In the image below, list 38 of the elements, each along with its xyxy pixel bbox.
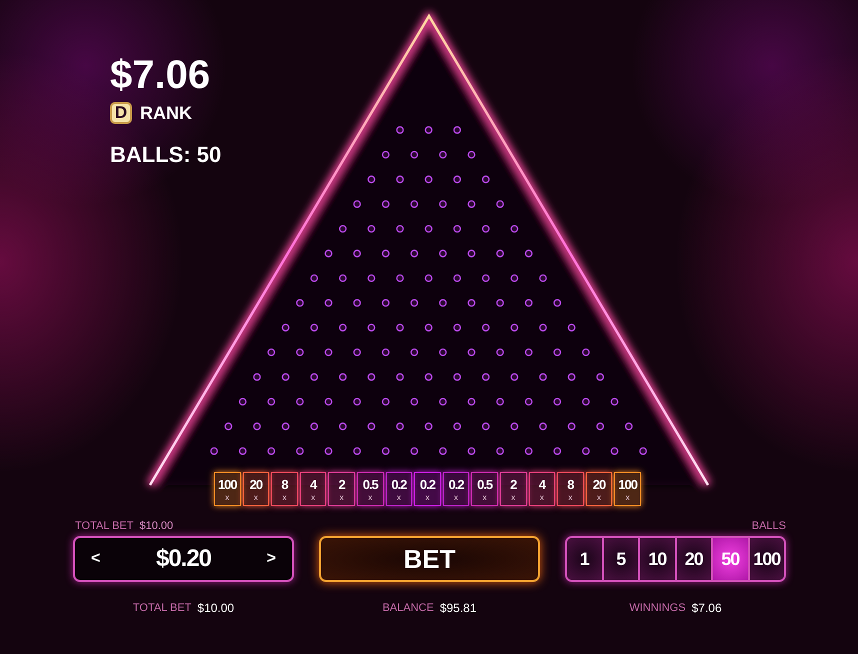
- multiplier-slot: 0.5 x: [356, 472, 384, 506]
- multiplier-slot: 0.2 x: [386, 472, 412, 506]
- footer-label: BALANCE: [382, 601, 434, 615]
- balls-label: BALLS: [752, 520, 786, 534]
- rank-badge: D: [110, 102, 132, 124]
- footer-value: $10.00: [197, 601, 234, 615]
- multiplier-slot: 4 x: [300, 472, 326, 506]
- balls-option[interactable]: 1: [567, 538, 602, 580]
- increase-button[interactable]: >: [262, 548, 280, 570]
- balls-option[interactable]: 5: [602, 538, 638, 580]
- multiplier-slot: 20 x: [242, 472, 270, 506]
- winnings-amount: $7.06: [110, 52, 210, 98]
- multiplier-slot: 20 x: [586, 472, 612, 506]
- multiplier-slot: 8 x: [557, 472, 584, 506]
- multiplier-slot: 0.2 x: [442, 472, 470, 506]
- rank-label: RANK: [140, 102, 192, 124]
- total-bet-label: TOTAL BET: [75, 520, 134, 534]
- multiplier-slot: 2 x: [328, 472, 355, 506]
- footer-value: $95.81: [440, 601, 477, 615]
- total-bet-value: $10.00: [139, 520, 174, 534]
- footer-value: $7.06: [692, 601, 722, 615]
- bet-value: $0.20: [156, 545, 212, 573]
- balls-count: BALLS: 50: [110, 142, 222, 168]
- decrease-button[interactable]: <: [87, 548, 104, 570]
- balls-option[interactable]: 100: [748, 538, 784, 580]
- multiplier-slot: 100 x: [614, 472, 641, 506]
- multiplier-slot: 0.5 x: [471, 472, 498, 506]
- multiplier-slot: 0.2 x: [414, 472, 441, 506]
- balls-option[interactable]: 20: [674, 538, 711, 580]
- balls-option[interactable]: 10: [638, 538, 674, 580]
- balls-option[interactable]: 50: [711, 538, 748, 580]
- multiplier-slot: 100 x: [214, 472, 241, 506]
- multiplier-slot: 2 x: [500, 472, 527, 506]
- bet-button[interactable]: BET: [319, 536, 540, 582]
- footer-label: WINNINGS: [629, 601, 686, 615]
- footer-label: TOTAL BET: [132, 601, 192, 615]
- multiplier-slot: 8 x: [271, 472, 298, 506]
- multiplier-slot: 4 x: [528, 472, 556, 506]
